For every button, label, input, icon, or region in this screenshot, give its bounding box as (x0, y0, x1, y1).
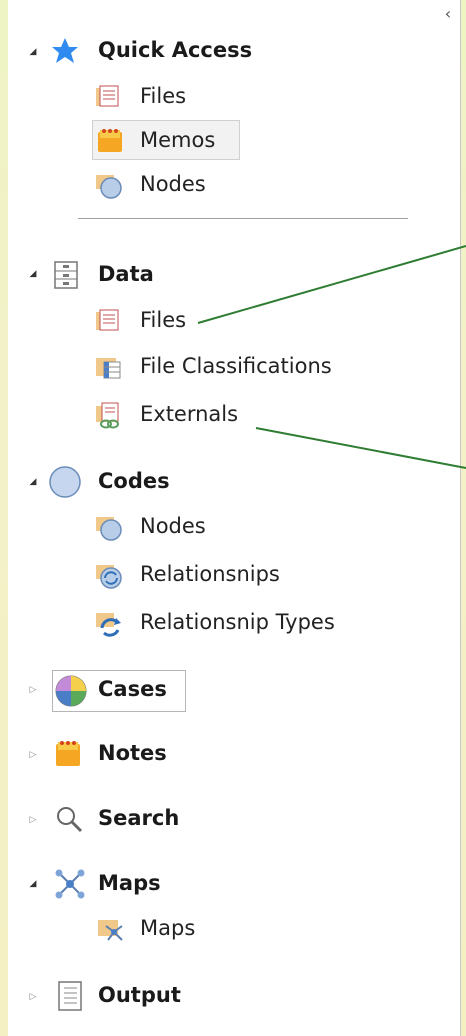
annotation-line-files (197, 245, 466, 324)
annotation-lines (197, 245, 466, 469)
annotation-line-externals (255, 427, 466, 469)
